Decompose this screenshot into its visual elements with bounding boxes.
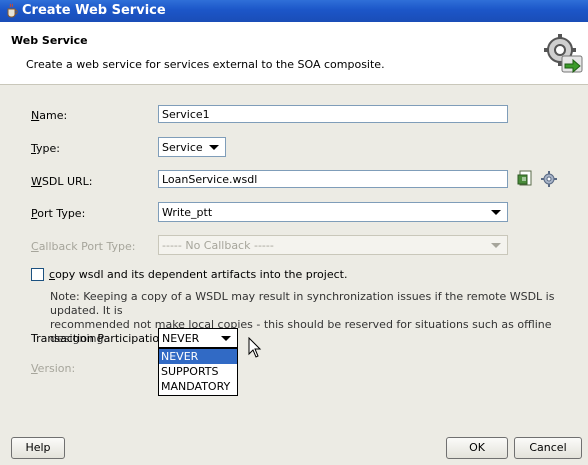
- name-input[interactable]: [158, 105, 508, 123]
- port-type-value: Write_ptt: [162, 206, 213, 219]
- callback-port-type-value: ----- No Callback -----: [162, 239, 274, 252]
- form-body: Name: Type: Service WSDL URL: Port Type:: [0, 85, 588, 465]
- port-type-label: Port Type:: [31, 207, 86, 220]
- type-label: Type:: [31, 142, 60, 155]
- help-button[interactable]: Help: [11, 437, 65, 459]
- type-select[interactable]: Service: [158, 137, 226, 157]
- mouse-cursor-icon: [248, 337, 262, 358]
- chevron-down-icon: [491, 210, 501, 215]
- transaction-value: NEVER: [162, 332, 200, 345]
- chevron-down-icon: [491, 243, 501, 248]
- transaction-options-list: NEVER SUPPORTS MANDATORY: [158, 348, 238, 396]
- type-value: Service: [162, 141, 203, 154]
- ok-button[interactable]: OK: [446, 437, 508, 459]
- header-panel: Web Service Create a web service for ser…: [0, 22, 588, 85]
- gear-service-icon: [544, 34, 583, 74]
- option-supports[interactable]: SUPPORTS: [159, 364, 237, 379]
- option-never[interactable]: NEVER: [159, 349, 237, 364]
- header-title: Web Service: [11, 34, 88, 47]
- transaction-participation-label: Transaction Participation:: [31, 332, 170, 345]
- note-line-1: Note: Keeping a copy of a WSDL may resul…: [50, 290, 555, 317]
- copy-wsdl-checkbox[interactable]: [31, 268, 44, 281]
- cancel-button[interactable]: Cancel: [514, 437, 582, 459]
- option-mandatory[interactable]: MANDATORY: [159, 379, 237, 394]
- name-label: Name:: [31, 109, 68, 122]
- window-title: Create Web Service: [22, 3, 166, 18]
- chevron-down-icon: [209, 145, 219, 150]
- wsdl-url-input[interactable]: [158, 170, 508, 188]
- callback-port-type-label: Callback Port Type:: [31, 240, 136, 253]
- title-bar: Create Web Service: [0, 0, 588, 22]
- transaction-participation-select[interactable]: NEVER: [158, 328, 238, 348]
- create-web-service-dialog: Create Web Service Web Service Create a …: [0, 0, 588, 465]
- port-type-select[interactable]: Write_ptt: [158, 202, 508, 222]
- version-label: Version:: [31, 362, 76, 375]
- gear-icon[interactable]: [541, 171, 557, 187]
- java-cup-icon: [7, 3, 18, 18]
- callback-port-type-select: ----- No Callback -----: [158, 235, 508, 255]
- browse-wsdl-icon[interactable]: [517, 170, 534, 187]
- chevron-down-icon: [221, 336, 231, 341]
- copy-wsdl-label[interactable]: copy wsdl and its dependent artifacts in…: [49, 268, 347, 281]
- wsdl-url-label: WSDL URL:: [31, 175, 93, 188]
- header-description: Create a web service for services extern…: [26, 58, 385, 71]
